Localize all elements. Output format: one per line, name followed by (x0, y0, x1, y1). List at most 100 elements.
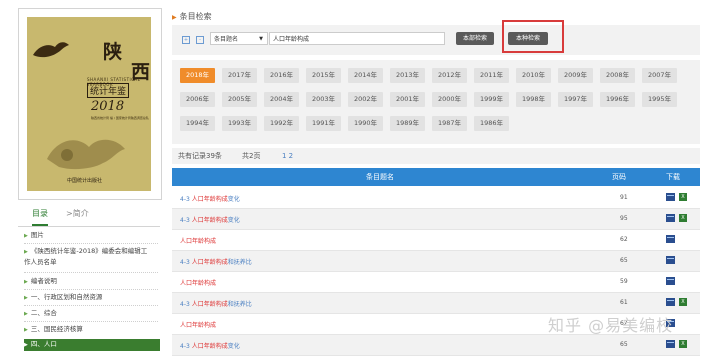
tab-catalog[interactable]: 目录 (32, 208, 48, 226)
download-caj-icon[interactable] (666, 235, 675, 243)
year-button[interactable]: 1992年 (264, 116, 299, 131)
row-keyword: 人口年龄构成 (191, 259, 228, 266)
year-button[interactable]: 1997年 (558, 92, 593, 107)
cover-year: 2018 (91, 99, 125, 114)
sidebar-item-admin-divisions[interactable]: ▶ 一、行政区划和自然资源 (24, 292, 160, 303)
year-button[interactable]: 1987年 (432, 116, 467, 131)
row-code: 4-3 (180, 343, 190, 350)
row-title-link[interactable]: 人口年龄构成 (180, 320, 216, 329)
table-row: 4-3 人口年龄构成和抚养比 65 (172, 251, 700, 272)
row-suffix: 和抚养比 (227, 301, 252, 308)
row-suffix: 变化 (227, 217, 240, 224)
year-button[interactable]: 1995年 (642, 92, 677, 107)
search-panel: + - 条目题名 ▼ 人口年龄构成 本部检索 本种检索 (172, 25, 700, 55)
search-field-select[interactable]: 条目题名 ▼ (210, 32, 268, 45)
year-button[interactable]: 1999年 (474, 92, 509, 107)
sidebar-item-population[interactable]: ▶ 四、人口 (24, 339, 160, 351)
highlight-box (502, 20, 564, 53)
tab-intro[interactable]: >简介 (66, 208, 89, 219)
row-title-link[interactable]: 4-3 人口年龄构成变化 (180, 215, 240, 224)
decorative-figure-icon (47, 139, 125, 170)
download-excel-icon[interactable]: X (679, 214, 687, 222)
year-button[interactable]: 2015年 (306, 68, 341, 83)
download-caj-icon[interactable] (666, 298, 675, 306)
chevron-right-icon: ▶ (24, 311, 28, 317)
year-button[interactable]: 2011年 (474, 68, 509, 83)
row-title-link[interactable]: 4-3 人口年龄构成变化 (180, 341, 240, 350)
year-button[interactable]: 1990年 (348, 116, 383, 131)
year-button[interactable]: 2009年 (558, 68, 593, 83)
section-title: ▶ 条目检索 (172, 12, 212, 21)
row-keyword: 人口年龄构成 (191, 196, 228, 203)
year-button[interactable]: 2014年 (348, 68, 383, 83)
cover-publisher: 中国统计出版社 (67, 178, 103, 184)
row-page-number: 65 (620, 257, 628, 264)
row-title-link[interactable]: 4-3 人口年龄构成和抚养比 (180, 257, 252, 266)
year-button[interactable]: 2004年 (264, 92, 299, 107)
col-header-download: 下载 (666, 173, 680, 181)
chevron-right-icon: ▶ (24, 249, 28, 255)
year-button[interactable]: 2008年 (600, 68, 635, 83)
col-header-name: 条目题名 (366, 173, 394, 181)
download-excel-icon[interactable]: X (679, 193, 687, 201)
download-excel-icon[interactable]: X (679, 340, 687, 348)
sidebar-item-editorial-board[interactable]: ▶ 《陕西统计年鉴-2018》编委会和编辑工作人员名单 (24, 246, 152, 267)
download-caj-icon[interactable] (666, 214, 675, 222)
year-button[interactable]: 2010年 (516, 68, 551, 83)
collapse-tree-icon[interactable]: - (196, 36, 204, 44)
row-page-number: 91 (620, 194, 628, 201)
row-title-link[interactable]: 人口年龄构成 (180, 278, 216, 287)
year-button[interactable]: 2001年 (390, 92, 425, 107)
download-caj-icon[interactable] (666, 340, 675, 348)
year-button[interactable]: 2017年 (222, 68, 257, 83)
year-button[interactable]: 1986年 (474, 116, 509, 131)
search-input[interactable]: 人口年龄构成 (269, 32, 445, 45)
row-title-link[interactable]: 4-3 人口年龄构成变化 (180, 194, 240, 203)
row-code: 4-3 (180, 196, 190, 203)
sidebar-item-editor-notes[interactable]: ▶ 编者说明 (24, 276, 160, 287)
row-code: 4-3 (180, 301, 190, 308)
year-button[interactable]: 2018年 (180, 68, 215, 83)
cover-yearbook-label: 统计年鉴 (87, 83, 130, 98)
records-total: 共有记录39条 (178, 152, 222, 160)
chevron-right-icon: ▶ (24, 327, 28, 333)
expand-tree-icon[interactable]: + (182, 36, 190, 44)
year-button[interactable]: 2007年 (642, 68, 677, 83)
cover-box: 陕 西 SHAANXI STATISTICAL YEARBOOK 统计年鉴 20… (18, 8, 162, 200)
search-all-button[interactable]: 本部检索 (456, 32, 494, 45)
year-button[interactable]: 2006年 (180, 92, 215, 107)
year-button[interactable]: 2002年 (348, 92, 383, 107)
row-code: 4-3 (180, 259, 190, 266)
year-button[interactable]: 2012年 (432, 68, 467, 83)
download-excel-icon[interactable]: X (679, 298, 687, 306)
row-page-number: 59 (620, 278, 628, 285)
chevron-right-icon: ▶ (24, 295, 28, 301)
year-button[interactable]: 2003年 (306, 92, 341, 107)
download-caj-icon[interactable] (666, 256, 675, 264)
year-button[interactable]: 2013年 (390, 68, 425, 83)
year-button[interactable]: 2016年 (264, 68, 299, 83)
pagination-links[interactable]: 1 2 (282, 148, 293, 164)
row-suffix: 变化 (227, 343, 240, 350)
sidebar-item-general[interactable]: ▶ 二、综合 (24, 308, 160, 319)
sidebar-item-images[interactable]: ▶ 图片 (24, 230, 160, 241)
table-row: 人口年龄构成 59 (172, 272, 700, 293)
year-button[interactable]: 1998年 (516, 92, 551, 107)
row-keyword: 人口年龄构成 (191, 217, 228, 224)
row-title-link[interactable]: 人口年龄构成 (180, 236, 216, 245)
year-button[interactable]: 1996年 (600, 92, 635, 107)
row-page-number: 61 (620, 299, 628, 306)
cover-editor: 陕西省统计局 编 / 国家统计局陕西调查总队 (91, 116, 149, 120)
year-button[interactable]: 1991年 (306, 116, 341, 131)
download-caj-icon[interactable] (666, 193, 675, 201)
row-title-link[interactable]: 4-3 人口年龄构成和抚养比 (180, 299, 252, 308)
year-button[interactable]: 2005年 (222, 92, 257, 107)
book-cover[interactable]: 陕 西 SHAANXI STATISTICAL YEARBOOK 统计年鉴 20… (27, 17, 151, 191)
year-button[interactable]: 2000年 (432, 92, 467, 107)
year-button[interactable]: 1993年 (222, 116, 257, 131)
year-button[interactable]: 1994年 (180, 116, 215, 131)
sidebar-item-national-accounts[interactable]: ▶ 三、国民经济核算 (24, 324, 160, 335)
download-caj-icon[interactable] (666, 277, 675, 285)
table-header: 条目题名 页码 下载 (172, 168, 700, 186)
year-button[interactable]: 1989年 (390, 116, 425, 131)
